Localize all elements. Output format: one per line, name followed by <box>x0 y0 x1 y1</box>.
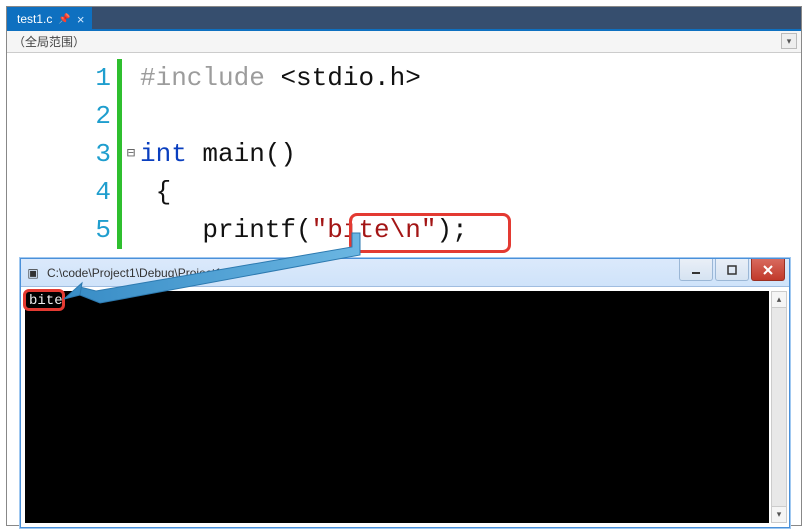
line-number: 5 <box>7 211 117 249</box>
scroll-down-icon[interactable]: ▾ <box>772 506 786 522</box>
minimize-icon <box>690 264 702 276</box>
scope-label: （全局范围） <box>13 33 85 50</box>
scope-dropdown[interactable]: （全局范围） ▾ <box>7 31 801 53</box>
code-line[interactable]: 5 printf("bite\n"); <box>7 211 801 249</box>
chevron-down-icon[interactable]: ▾ <box>781 33 797 49</box>
console-window: ▣ C:\code\Project1\Debug\Project1.exe bi… <box>20 258 790 528</box>
console-output-area[interactable]: bite <box>25 291 769 523</box>
line-number: 1 <box>7 59 117 97</box>
code-line[interactable]: 2 <box>7 97 801 135</box>
code-text: printf("bite\n"); <box>140 211 801 249</box>
line-number: 3 <box>7 135 117 173</box>
change-indicator <box>117 97 122 135</box>
code-text: #include <stdio.h> <box>140 59 801 97</box>
code-text: int main() <box>140 135 801 173</box>
app-icon: ▣ <box>25 265 41 281</box>
close-tab-icon[interactable]: × <box>77 13 85 26</box>
maximize-button[interactable] <box>715 259 749 281</box>
code-line[interactable]: 3⊟int main() <box>7 135 801 173</box>
change-indicator <box>117 211 122 249</box>
code-line[interactable]: 4 { <box>7 173 801 211</box>
window-buttons <box>677 259 785 281</box>
close-icon <box>762 264 774 276</box>
console-scrollbar[interactable]: ▴ ▾ <box>771 291 787 523</box>
console-titlebar[interactable]: ▣ C:\code\Project1\Debug\Project1.exe <box>21 259 789 287</box>
console-output-text: bite <box>29 293 63 309</box>
fold-toggle[interactable]: ⊟ <box>122 135 140 173</box>
line-number: 2 <box>7 97 117 135</box>
change-indicator <box>117 173 122 211</box>
code-line[interactable]: 1 #include <stdio.h> <box>7 59 801 97</box>
file-tab-label: test1.c <box>17 12 52 26</box>
pin-icon[interactable]: 📌 <box>58 14 70 25</box>
file-tab[interactable]: test1.c 📌 × <box>7 7 92 29</box>
change-indicator <box>117 59 122 97</box>
console-title: C:\code\Project1\Debug\Project1.exe <box>47 266 244 280</box>
code-text: { <box>140 173 801 211</box>
minimize-button[interactable] <box>679 259 713 281</box>
tab-bar: test1.c 📌 × <box>7 7 801 31</box>
maximize-icon <box>726 264 738 276</box>
line-number: 4 <box>7 173 117 211</box>
close-button[interactable] <box>751 259 785 281</box>
scroll-up-icon[interactable]: ▴ <box>772 292 786 308</box>
console-body: bite ▴ ▾ <box>21 287 789 527</box>
